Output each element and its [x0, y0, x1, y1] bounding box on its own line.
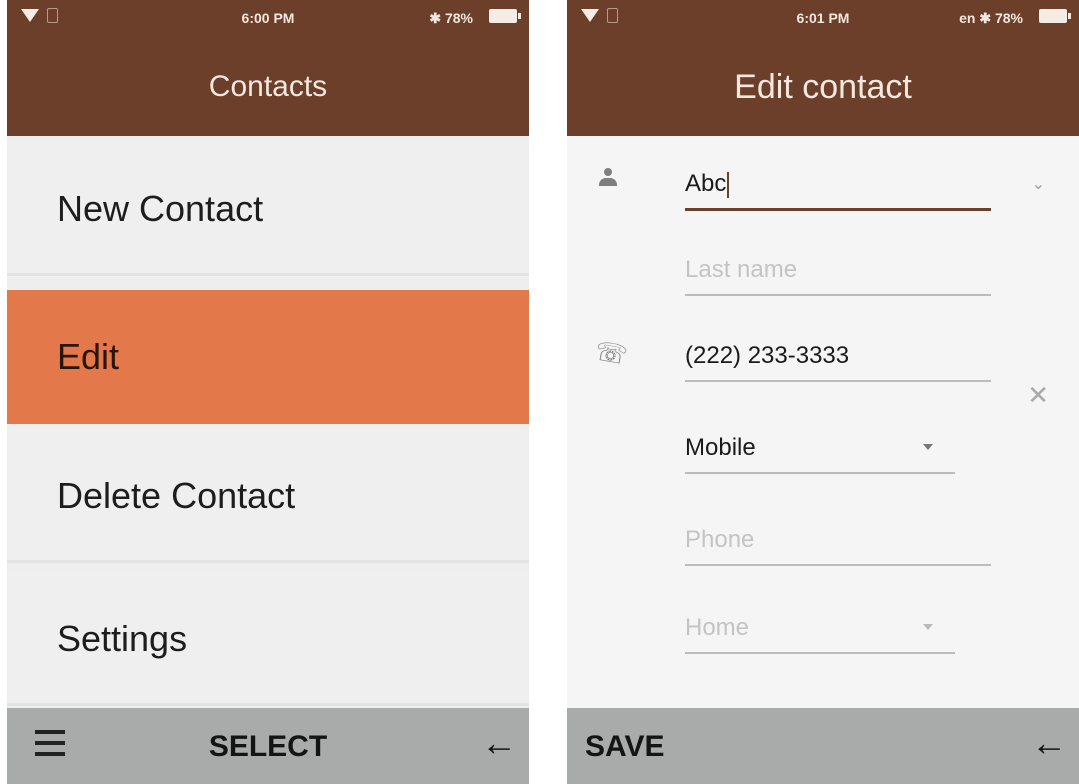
- battery-icon: [489, 9, 521, 23]
- first-name-value: Abc: [685, 170, 727, 197]
- phone-type-select[interactable]: Mobile: [685, 424, 955, 474]
- dropdown-arrow-icon: [923, 624, 933, 630]
- phone-number-field[interactable]: (222) 233-3333: [685, 332, 991, 382]
- save-softkey[interactable]: SAVE: [585, 730, 664, 764]
- battery-icon: [1039, 9, 1071, 23]
- phone-type-value: Mobile: [685, 434, 756, 461]
- softkey-bar: SELECT ←: [7, 708, 529, 784]
- menu-item-edit[interactable]: Edit: [7, 290, 529, 424]
- menu-item-delete-contact[interactable]: Delete Contact: [7, 429, 529, 563]
- last-name-field[interactable]: Last name: [685, 246, 991, 296]
- chevron-down-icon[interactable]: ⌄: [1032, 174, 1045, 194]
- select-softkey[interactable]: SELECT: [7, 730, 529, 764]
- close-icon[interactable]: ✕: [1027, 380, 1049, 411]
- page-title: Contacts: [7, 42, 529, 136]
- second-phone-type-value: Home: [685, 614, 750, 641]
- status-bar: 6:00 PM ✱ 78%: [7, 0, 529, 42]
- edit-contact-screen: 6:01 PM en ✱ 78% Edit contact ⌄ Abc Last…: [567, 0, 1079, 784]
- second-phone-field[interactable]: Phone: [685, 516, 991, 566]
- menu-item-settings[interactable]: Settings: [7, 572, 529, 706]
- person-icon: [597, 168, 619, 188]
- text-cursor: [727, 171, 730, 198]
- phone-icon: ☏: [592, 335, 630, 371]
- status-language-bluetooth-battery: en ✱ 78%: [959, 10, 1023, 26]
- menu-item-new-contact[interactable]: New Contact: [7, 142, 529, 276]
- page-title: Edit contact: [567, 42, 1079, 136]
- first-name-field[interactable]: Abc: [685, 160, 991, 211]
- softkey-bar: SAVE ←: [567, 708, 1079, 784]
- contacts-screen: 6:00 PM ✱ 78% Contacts New Contact Edit …: [7, 0, 529, 784]
- status-bluetooth-battery: ✱ 78%: [429, 10, 473, 26]
- back-arrow-icon[interactable]: ←: [481, 722, 517, 764]
- status-bar: 6:01 PM en ✱ 78%: [567, 0, 1079, 42]
- second-phone-type-select[interactable]: Home: [685, 604, 955, 654]
- contact-form: ⌄ Abc Last name ☏ ✕ (222) 233-3333 Mobil…: [567, 136, 1079, 708]
- back-arrow-icon[interactable]: ←: [1031, 722, 1067, 764]
- dropdown-arrow-icon: [923, 444, 933, 450]
